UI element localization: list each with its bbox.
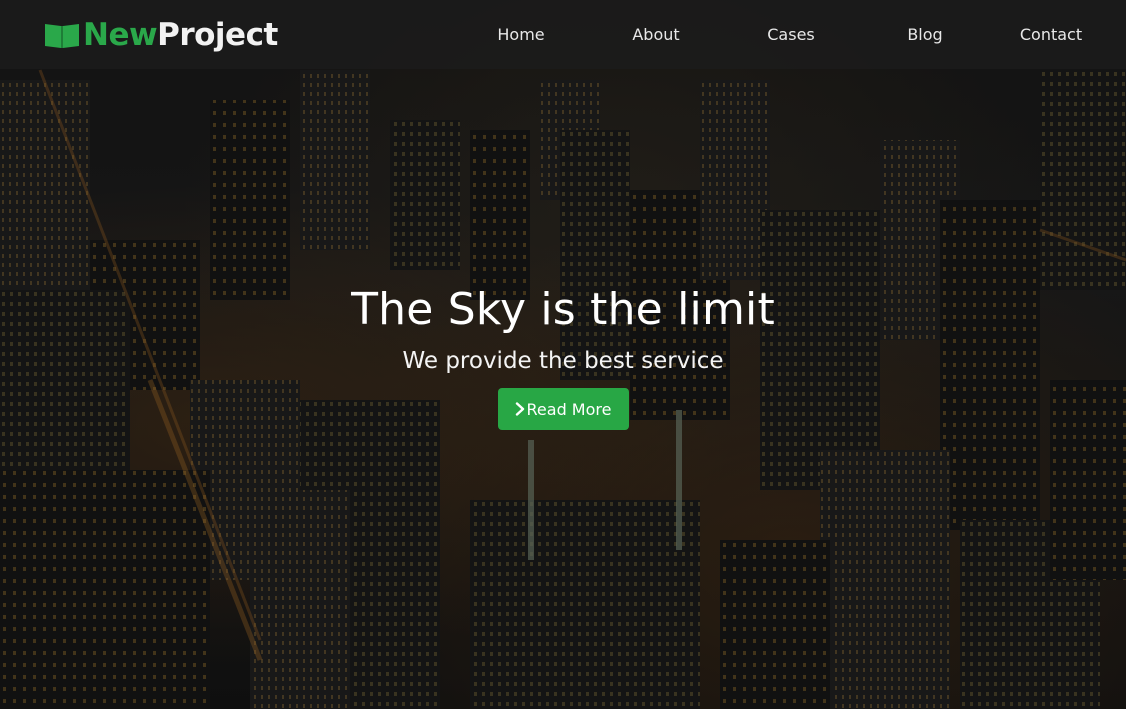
hero-section: The Sky is the limit We provide the best… (0, 280, 1126, 430)
brand-name-project: Project (157, 17, 278, 53)
hero-subtitle: We provide the best service (402, 348, 724, 374)
book-icon (45, 24, 79, 48)
landing-page: NewProject Home About Cases Blog Contact… (0, 0, 1126, 709)
read-more-button[interactable]: Read More (497, 388, 629, 430)
read-more-label: Read More (526, 399, 612, 419)
nav-link-cases[interactable]: Cases (756, 25, 826, 44)
nav-link-blog[interactable]: Blog (890, 25, 960, 44)
nav-link-contact[interactable]: Contact (1006, 25, 1096, 44)
top-navbar: NewProject Home About Cases Blog Contact (0, 0, 1126, 69)
nav-link-about[interactable]: About (621, 25, 691, 44)
brand-logo[interactable]: NewProject (44, 16, 278, 54)
brand-name: NewProject (83, 17, 278, 53)
nav-link-home[interactable]: Home (486, 25, 556, 44)
hero-title: The Sky is the limit (351, 284, 775, 335)
chevron-right-icon (515, 402, 524, 416)
brand-name-new: New (83, 17, 158, 53)
